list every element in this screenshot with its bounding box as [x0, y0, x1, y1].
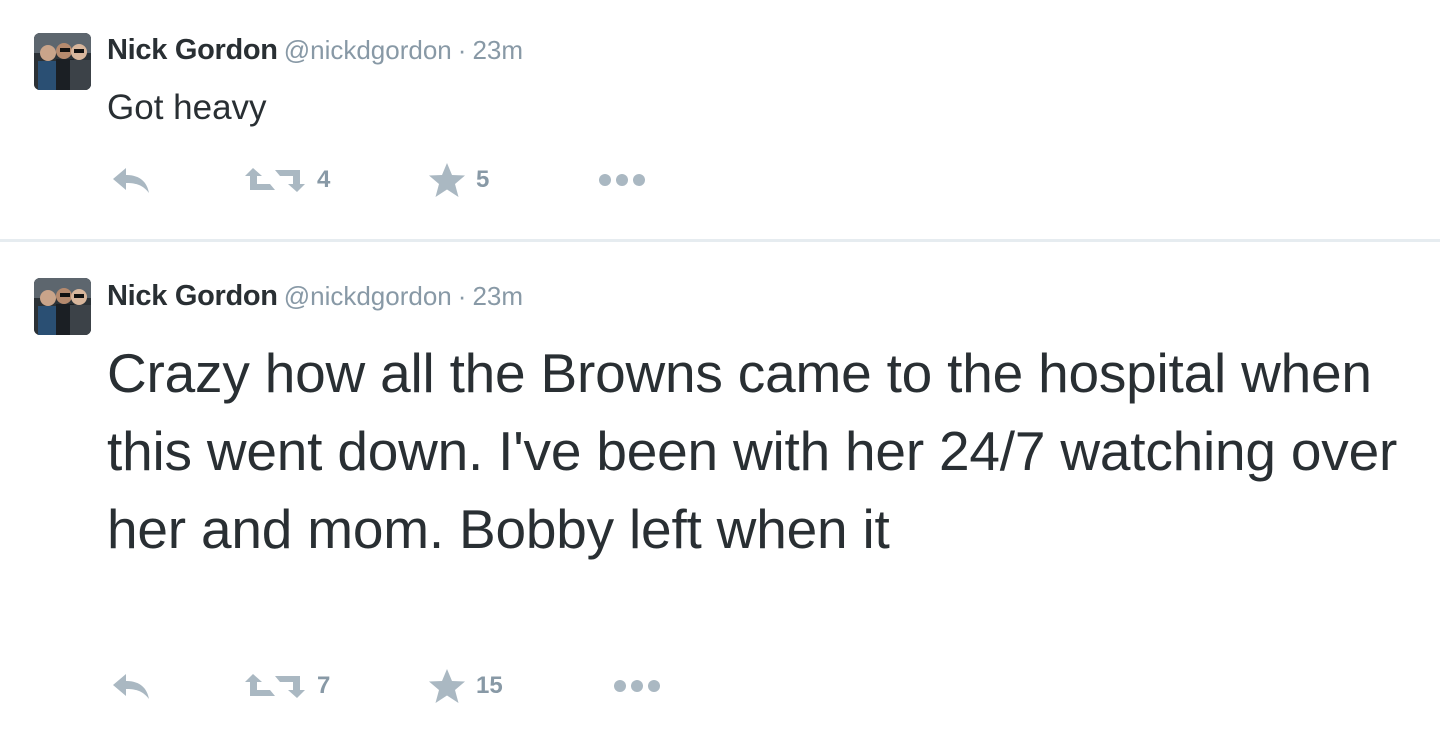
retweet-icon	[243, 164, 307, 196]
tweet-header: Nick Gordon @nickdgordon · 23m	[107, 282, 523, 311]
favorite-count: 5	[476, 166, 490, 193]
reply-button[interactable]	[110, 160, 152, 200]
avatar[interactable]	[34, 278, 91, 335]
retweet-icon	[243, 670, 307, 702]
more-dots-icon	[612, 678, 662, 694]
timestamp[interactable]: 23m	[472, 35, 523, 65]
timestamp[interactable]: 23m	[472, 281, 523, 311]
star-icon	[428, 162, 466, 198]
favorite-count: 15	[476, 672, 503, 699]
more-button[interactable]	[597, 160, 647, 200]
user-fullname[interactable]: Nick Gordon	[107, 34, 278, 66]
favorite-button[interactable]: 15	[428, 666, 503, 706]
tweet-header: Nick Gordon @nickdgordon · 23m	[107, 36, 523, 65]
reply-icon	[110, 670, 152, 702]
more-button[interactable]	[612, 666, 662, 706]
retweet-count: 7	[317, 672, 331, 699]
tweet: Nick Gordon @nickdgordon · 23m Got heavy 4	[0, 0, 1440, 240]
retweet-button[interactable]: 7	[243, 666, 330, 706]
more-dots-icon	[597, 172, 647, 188]
tweet-actions: 4 5	[0, 160, 1440, 200]
tweet: Nick Gordon @nickdgordon · 23m Crazy how al…	[0, 242, 1440, 743]
tweet-text: Crazy how all the Browns came to the hos…	[107, 342, 1398, 560]
tweet-actions: 7 15	[0, 666, 1440, 706]
separator: ·	[457, 281, 467, 311]
tweet-text: Got heavy	[107, 88, 267, 127]
star-icon	[428, 668, 466, 704]
user-handle[interactable]: @nickdgordon	[284, 35, 452, 65]
favorite-button[interactable]: 5	[428, 160, 489, 200]
retweet-button[interactable]: 4	[243, 160, 330, 200]
user-fullname[interactable]: Nick Gordon	[107, 280, 278, 312]
reply-button[interactable]	[110, 666, 152, 706]
retweet-count: 4	[317, 166, 331, 193]
reply-icon	[110, 164, 152, 196]
separator: ·	[457, 35, 467, 65]
user-handle[interactable]: @nickdgordon	[284, 281, 452, 311]
avatar[interactable]	[34, 33, 91, 90]
